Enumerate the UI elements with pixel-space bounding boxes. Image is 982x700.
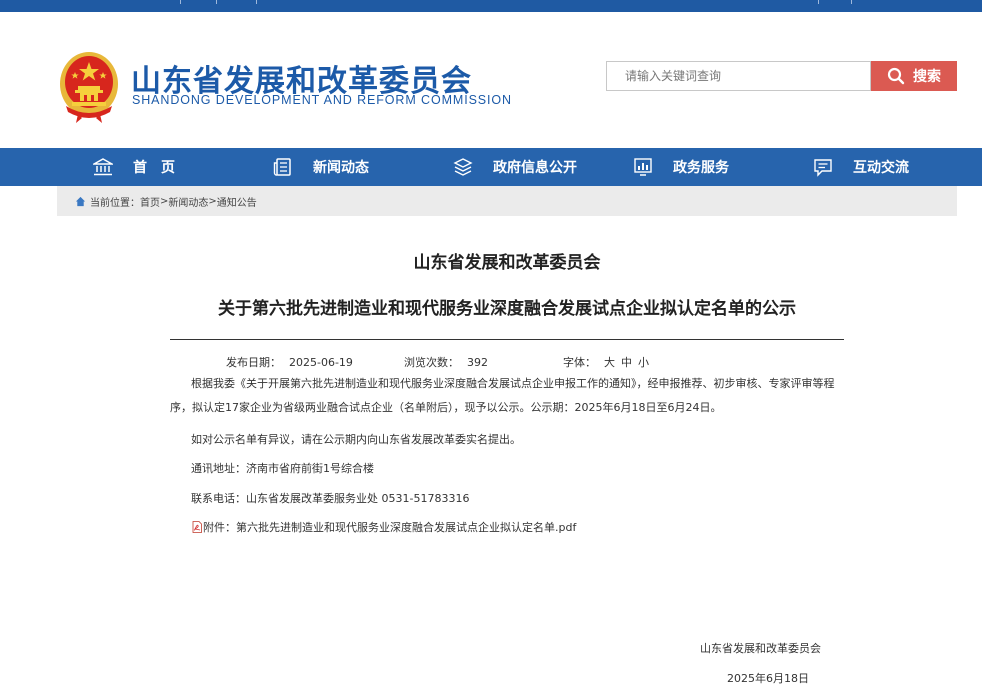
nav-item-label: 政务服务 <box>673 160 729 176</box>
signature-date: 2025年6月18日 <box>727 672 809 685</box>
breadcrumb: 当前位置： 首页 > 新闻动态 > 通知公告 <box>57 186 957 216</box>
breadcrumb-home[interactable]: 首页 <box>140 194 160 209</box>
site-header: 山东省发展和改革委员会 SHANDONG DEVELOPMENT AND REF… <box>0 12 982 148</box>
top-bar <box>0 0 982 12</box>
site-subtitle: SHANDONG DEVELOPMENT AND REFORM COMMISSI… <box>132 93 512 107</box>
contact-phone: 联系电话：山东省发展改革委服务业处 0531-51783316 <box>191 492 470 505</box>
top-bar-divider <box>216 0 217 4</box>
nav-item-services[interactable]: 政务服务 <box>633 148 729 186</box>
layers-icon <box>453 158 473 176</box>
home-icon <box>93 158 113 176</box>
article-title: 关于第六批先进制造业和现代服务业深度融合发展试点企业拟认定名单的公示 <box>218 299 796 319</box>
font-size-large[interactable]: 大 <box>604 356 615 369</box>
nav-item-interaction[interactable]: 互动交流 <box>813 148 909 186</box>
font-size-label: 字体： <box>563 356 596 369</box>
chart-icon <box>634 158 652 176</box>
article-paragraph: 如对公示名单有异议，请在公示期内向山东省发展改革委实名提出。 <box>191 433 521 446</box>
view-count-label: 浏览次数： <box>404 356 459 369</box>
search-box[interactable] <box>606 61 871 91</box>
font-size-switcher: 字体： 大中小 <box>563 354 655 370</box>
breadcrumb-news[interactable]: 新闻动态 <box>168 194 208 209</box>
nav-item-news[interactable]: 新闻动态 <box>273 148 369 186</box>
breadcrumb-separator: > <box>208 195 217 207</box>
attachment-link[interactable]: 附件：第六批先进制造业和现代服务业深度融合发展试点企业拟认定名单.pdf <box>192 519 576 535</box>
search-button-label: 搜索 <box>913 69 941 85</box>
nav-item-label: 互动交流 <box>853 160 909 176</box>
breadcrumb-separator: > <box>160 195 169 207</box>
nav-item-label: 首 页 <box>133 160 175 176</box>
publish-date-label: 发布日期： <box>226 356 281 369</box>
font-size-medium[interactable]: 中 <box>621 356 632 369</box>
home-icon <box>75 196 86 206</box>
contact-address: 通讯地址：济南市省府前街1号综合楼 <box>191 462 374 475</box>
nav-item-label: 政府信息公开 <box>493 160 577 176</box>
top-bar-divider <box>180 0 181 4</box>
search-icon <box>887 67 905 85</box>
nav-item-gov-info[interactable]: 政府信息公开 <box>453 148 577 186</box>
news-icon <box>273 158 291 176</box>
article-org-title: 山东省发展和改革委员会 <box>413 253 601 273</box>
signature-org: 山东省发展和改革委员会 <box>700 642 821 655</box>
search-input[interactable] <box>607 62 870 90</box>
attachment-label: 附件：第六批先进制造业和现代服务业深度融合发展试点企业拟认定名单.pdf <box>203 521 577 534</box>
search-button[interactable]: 搜索 <box>871 61 957 91</box>
font-size-small[interactable]: 小 <box>638 356 649 369</box>
national-emblem-icon[interactable] <box>58 50 120 124</box>
nav-item-home[interactable]: 首 页 <box>93 148 175 186</box>
main-nav: 首 页 新闻动态 政府信息公开 政务服务 互动交流 <box>0 148 982 186</box>
article-paragraph: 根据我委《关于开展第六批先进制造业和现代服务业深度融合发展试点企业申报工作的通知… <box>170 377 835 414</box>
breadcrumb-notices[interactable]: 通知公告 <box>217 194 257 209</box>
view-count: 浏览次数： 392 <box>404 354 488 370</box>
publish-date: 发布日期： 2025-06-19 <box>226 354 353 370</box>
view-count-value: 392 <box>467 356 488 369</box>
chat-icon <box>814 159 832 177</box>
top-bar-divider <box>818 0 819 4</box>
title-divider <box>170 339 844 340</box>
publish-date-value: 2025-06-19 <box>289 356 353 369</box>
breadcrumb-prefix: 当前位置： <box>90 197 140 209</box>
pdf-icon <box>192 521 202 533</box>
top-bar-divider <box>851 0 852 4</box>
nav-item-label: 新闻动态 <box>313 160 369 176</box>
top-bar-divider <box>256 0 257 4</box>
